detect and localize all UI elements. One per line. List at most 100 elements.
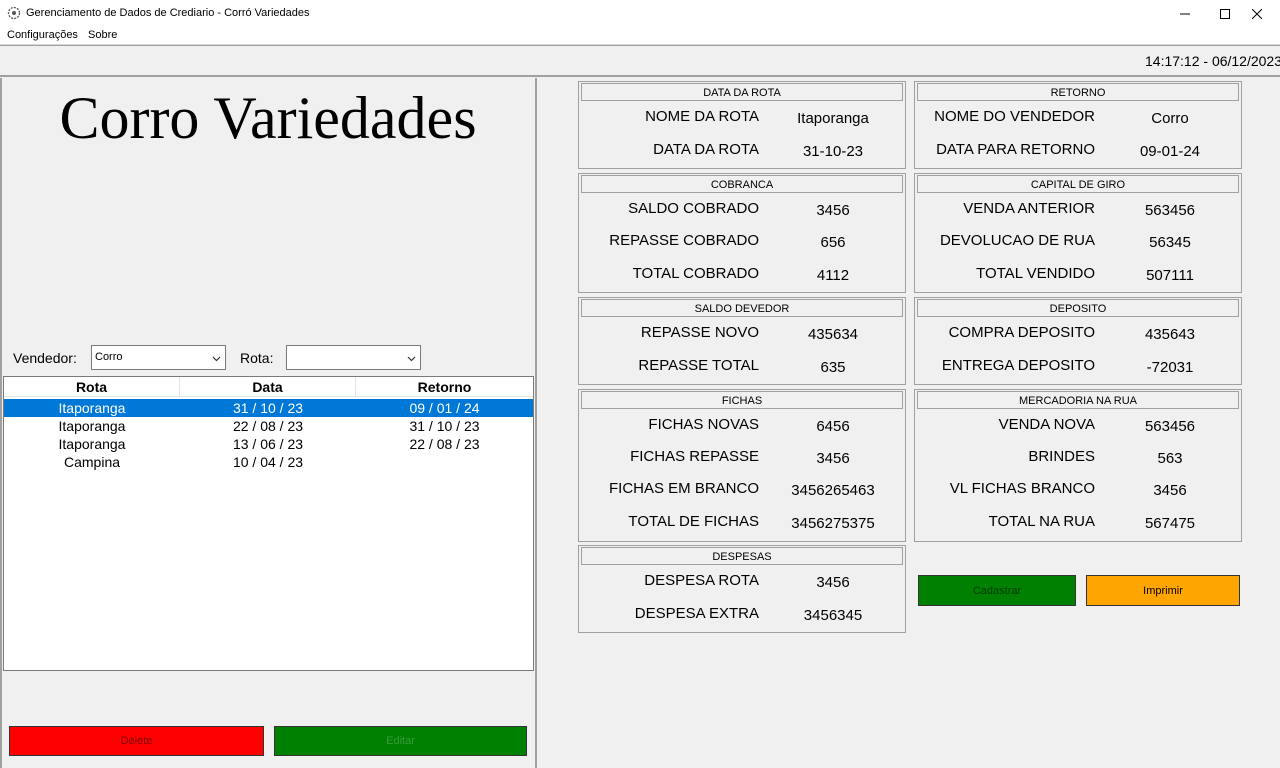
close-icon bbox=[1252, 8, 1262, 19]
group-title: MERCADORIA NA RUA bbox=[917, 391, 1239, 409]
field-value: 56345 bbox=[1149, 234, 1191, 251]
group-saldo-devedor: SALDO DEVEDOR REPASSE NOVO 435634 REPASS… bbox=[578, 297, 906, 385]
field-value: 567475 bbox=[1144, 515, 1196, 532]
field-label: FICHAS NOVAS bbox=[648, 416, 759, 433]
field-label: TOTAL DE FICHAS bbox=[628, 513, 759, 530]
field-value: 563 bbox=[1157, 450, 1183, 467]
cadastrar-button[interactable]: Cadastrar bbox=[918, 575, 1076, 606]
cell-retorno: 31 / 10 / 23 bbox=[409, 418, 480, 434]
field-value: 09-01-24 bbox=[1139, 143, 1201, 160]
cell-rota: Campina bbox=[63, 454, 121, 470]
field-value: Corro bbox=[1151, 110, 1189, 127]
close-button[interactable] bbox=[1234, 0, 1280, 27]
field-label: DATA PARA RETORNO bbox=[936, 141, 1095, 158]
field-value: 4112 bbox=[816, 267, 850, 284]
cell-data: 13 / 06 / 23 bbox=[232, 436, 304, 452]
group-title: FICHAS bbox=[581, 391, 903, 409]
field-value: 3456275375 bbox=[791, 515, 875, 532]
group-retorno: RETORNO NOME DO VENDEDOR Corro DATA PARA… bbox=[914, 81, 1242, 169]
field-value: 6456 bbox=[816, 418, 850, 435]
group-deposito: DEPOSITO COMPRA DEPOSITO 435643 ENTREGA … bbox=[914, 297, 1242, 385]
cell-data: 10 / 04 / 23 bbox=[232, 454, 304, 470]
field-label: VENDA NOVA bbox=[998, 416, 1095, 433]
field-label: COMPRA DEPOSITO bbox=[948, 324, 1095, 341]
cell-retorno: 22 / 08 / 23 bbox=[409, 436, 480, 452]
field-label: VENDA ANTERIOR bbox=[963, 200, 1095, 217]
table-row[interactable]: Campina 10 / 04 / 23 bbox=[4, 453, 533, 471]
group-title: DATA DA ROTA bbox=[581, 83, 903, 101]
field-label: BRINDES bbox=[1028, 448, 1095, 465]
field-label: REPASSE NOVO bbox=[640, 324, 759, 341]
clock-display: 14:17:12 - 06/12/2023 bbox=[1145, 53, 1280, 69]
column-header-rota[interactable]: Rota bbox=[4, 377, 180, 397]
field-label: DEVOLUCAO DE RUA bbox=[939, 232, 1095, 249]
maximize-icon bbox=[1220, 8, 1230, 19]
field-value: 3456 bbox=[1153, 482, 1187, 499]
field-label: NOME DO VENDEDOR bbox=[934, 108, 1095, 125]
group-cobranca: COBRANCA SALDO COBRADO 3456 REPASSE COBR… bbox=[578, 173, 906, 293]
group-title: RETORNO bbox=[917, 83, 1239, 101]
app-icon bbox=[7, 6, 21, 20]
field-label: TOTAL NA RUA bbox=[988, 513, 1095, 530]
field-label: TOTAL COBRADO bbox=[632, 265, 759, 282]
editar-button[interactable]: Editar bbox=[274, 726, 527, 756]
field-value: 563456 bbox=[1144, 418, 1196, 435]
title-bar: Gerenciamento de Dados de Crediario - Co… bbox=[0, 0, 1280, 27]
window-title: Gerenciamento de Dados de Crediario - Co… bbox=[26, 7, 310, 19]
field-value: -72031 bbox=[1146, 359, 1194, 376]
field-value: 3456 bbox=[816, 202, 850, 219]
routes-table[interactable]: Rota Data Retorno Itaporanga 31 / 10 / 2… bbox=[3, 376, 534, 671]
group-mercadoria-na-rua: MERCADORIA NA RUA VENDA NOVA 563456 BRIN… bbox=[914, 389, 1242, 542]
field-label: VL FICHAS BRANCO bbox=[949, 480, 1095, 497]
menu-sobre[interactable]: Sobre bbox=[88, 29, 117, 41]
group-title: COBRANCA bbox=[581, 175, 903, 193]
column-header-retorno[interactable]: Retorno bbox=[356, 377, 533, 397]
table-row[interactable]: Itaporanga 13 / 06 / 23 22 / 08 / 23 bbox=[4, 435, 533, 453]
cell-rota: Itaporanga bbox=[58, 418, 126, 434]
field-label: REPASSE TOTAL bbox=[638, 357, 759, 374]
field-value: 563456 bbox=[1144, 202, 1196, 219]
field-label: DESPESA ROTA bbox=[644, 572, 759, 589]
brand-title: Corro Variedades bbox=[59, 85, 477, 151]
field-label: REPASSE COBRADO bbox=[609, 232, 759, 249]
group-title: DESPESAS bbox=[581, 547, 903, 565]
field-value: 3456 bbox=[816, 574, 850, 591]
cell-data: 22 / 08 / 23 bbox=[232, 418, 304, 434]
rota-label: Rota: bbox=[240, 350, 274, 366]
group-despesas: DESPESAS DESPESA ROTA 3456 DESPESA EXTRA… bbox=[578, 545, 906, 633]
field-value: Itaporanga bbox=[797, 110, 869, 127]
group-title: SALDO DEVEDOR bbox=[581, 299, 903, 317]
field-value: 31-10-23 bbox=[802, 143, 864, 160]
cell-rota: Itaporanga bbox=[58, 400, 126, 416]
field-value: 3456345 bbox=[803, 607, 863, 624]
table-row[interactable]: Itaporanga 22 / 08 / 23 31 / 10 / 23 bbox=[4, 417, 533, 435]
field-label: FICHAS REPASSE bbox=[630, 448, 759, 465]
vendedor-value: Corro bbox=[95, 351, 123, 363]
group-data-da-rota: DATA DA ROTA NOME DA ROTA Itaporanga DAT… bbox=[578, 81, 906, 169]
minimize-icon bbox=[1180, 13, 1190, 14]
cell-data: 31 / 10 / 23 bbox=[232, 400, 304, 416]
imprimir-button[interactable]: Imprimir bbox=[1086, 575, 1240, 606]
cell-rota: Itaporanga bbox=[58, 436, 126, 452]
field-label: TOTAL VENDIDO bbox=[976, 265, 1095, 282]
field-value: 435643 bbox=[1144, 326, 1196, 343]
status-strip: 14:17:12 - 06/12/2023 bbox=[0, 45, 1280, 77]
group-fichas: FICHAS FICHAS NOVAS 6456 FICHAS REPASSE … bbox=[578, 389, 906, 542]
field-value: 656 bbox=[820, 234, 846, 251]
field-label: DESPESA EXTRA bbox=[634, 605, 759, 622]
column-header-data[interactable]: Data bbox=[180, 377, 356, 397]
group-capital-de-giro: CAPITAL DE GIRO VENDA ANTERIOR 563456 DE… bbox=[914, 173, 1242, 293]
field-value: 635 bbox=[820, 359, 846, 376]
field-value: 507111 bbox=[1146, 267, 1194, 284]
table-row[interactable]: Itaporanga 31 / 10 / 23 09 / 01 / 24 bbox=[4, 399, 533, 417]
field-label: FICHAS EM BRANCO bbox=[608, 480, 759, 497]
delete-button[interactable]: Delete bbox=[9, 726, 264, 756]
field-label: DATA DA ROTA bbox=[653, 141, 759, 158]
menu-configuracoes[interactable]: Configurações bbox=[7, 29, 78, 41]
vendedor-select[interactable]: Corro bbox=[91, 345, 226, 370]
group-title: CAPITAL DE GIRO bbox=[917, 175, 1239, 193]
field-label: NOME DA ROTA bbox=[645, 108, 759, 125]
cell-retorno: 09 / 01 / 24 bbox=[409, 400, 480, 416]
rota-select[interactable] bbox=[286, 345, 421, 370]
field-label: SALDO COBRADO bbox=[628, 200, 759, 217]
